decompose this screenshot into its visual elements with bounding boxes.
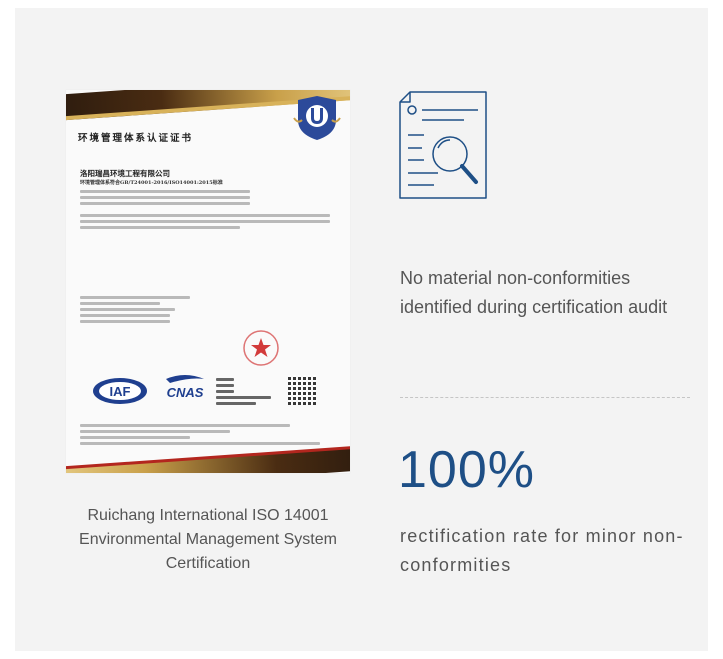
cnas-logo-icon: CNAS [166,375,204,400]
audit-result-text: No material non-conformities identified … [400,268,668,317]
certificate-fine-print [80,424,290,427]
certificate-title: 环境管理体系认证证书 [78,133,194,144]
certificate-fine-print [216,402,256,405]
certificate-fine-print [80,314,170,317]
certificate-fine-print [80,430,230,433]
certificate-fine-print [216,396,271,399]
certificate-fine-print [80,436,190,439]
certificate-fine-print [80,442,320,445]
certificate-fine-print [216,390,234,393]
section-divider [400,397,690,398]
certificate-fine-print [80,202,250,205]
certificate-fine-print [80,196,250,199]
document-search-icon [399,91,487,199]
svg-text:IAF: IAF [110,384,131,399]
qr-code-icon [288,375,318,405]
certificate-company: 洛阳瑞昌环境工程有限公司 [80,169,170,178]
certificate-fine-print [80,190,250,193]
certificate-standard: 环境管理体系符合GB/T24001-2016/ISO14001:2015标准 [80,180,223,186]
rectification-rate-label: rectification rate for minor non-conform… [400,526,684,575]
certificate-fine-print [80,226,240,229]
certificate-fine-print [80,214,330,217]
certificate-fine-print [80,296,190,299]
iaf-logo-icon: IAF [93,378,147,404]
certificate-image: 环境管理体系认证证书 洛阳瑞昌环境工程有限公司 环境管理体系符合GB/T2400… [66,90,350,473]
certificate-fine-print [216,378,234,381]
rectification-rate-value: 100% [398,441,535,499]
certificate-fine-print [80,308,175,311]
certificate-caption: Ruichang International ISO 14001 Environ… [79,507,337,572]
certificate-fine-print [80,220,330,223]
red-seal-icon [243,330,279,366]
certificate-fine-print [216,384,234,387]
certificate-fine-print [80,320,170,323]
svg-text:CNAS: CNAS [167,385,204,400]
certificate-bottom-band [66,447,350,473]
certificate-fine-print [80,302,160,305]
certification-emblem-icon [293,96,341,140]
